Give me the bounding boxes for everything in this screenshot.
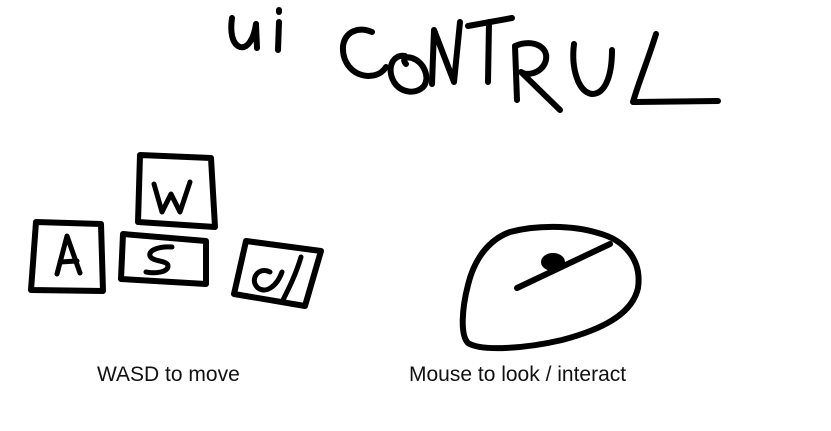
key-a-icon <box>28 219 106 294</box>
key-w-icon <box>135 152 218 230</box>
caption-look: Mouse to look / interact <box>409 363 627 386</box>
handwritten-title <box>228 7 721 113</box>
wasd-keys-icon <box>28 152 324 309</box>
mouse-icon <box>459 223 642 352</box>
caption-move: WASD to move <box>97 363 240 386</box>
key-d-icon <box>231 238 324 309</box>
key-s-icon <box>118 231 209 287</box>
